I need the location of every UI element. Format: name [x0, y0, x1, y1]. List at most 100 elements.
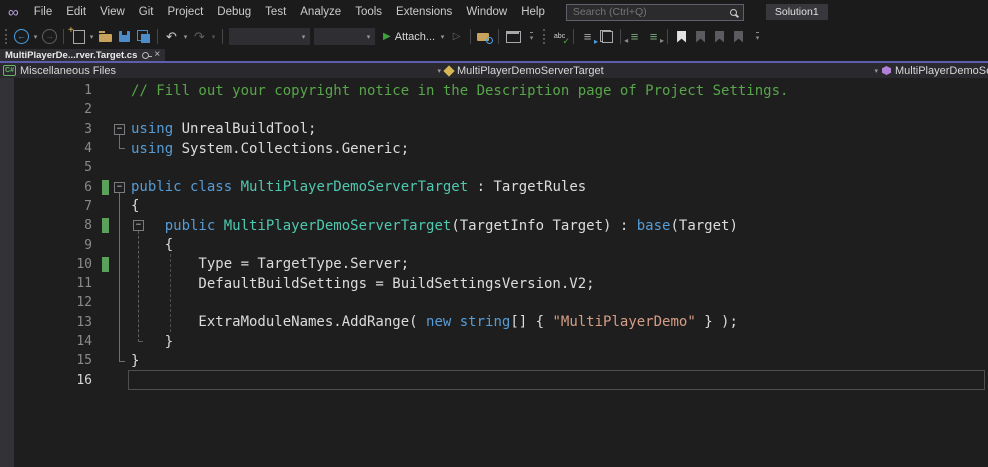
menu-item-file[interactable]: File — [27, 0, 60, 24]
menu-item-git[interactable]: Git — [132, 0, 161, 24]
member-dropdown[interactable]: MultiPlayerDemoServerT — [882, 63, 988, 78]
toolbar-overflow-caret[interactable] — [522, 27, 541, 46]
toolbar-overflow-caret[interactable] — [748, 27, 767, 46]
new-item-icon[interactable] — [68, 27, 87, 46]
code-editor[interactable]: 1// Fill out your copyright notice in th… — [0, 78, 988, 467]
title-bar: ∞ FileEditViewGitProjectDebugTestAnalyze… — [0, 0, 988, 24]
dropdown-caret[interactable]: ▾ — [181, 33, 190, 41]
code-token: { — [131, 237, 173, 253]
project-dropdown[interactable]: Miscellaneous Files ▾ — [0, 63, 445, 78]
search-box[interactable] — [566, 4, 744, 21]
decrease-indent-icon[interactable] — [625, 27, 644, 46]
dropdown-caret[interactable]: ▾ — [438, 33, 447, 41]
toolbar-separator — [63, 29, 64, 44]
menu-item-window[interactable]: Window — [459, 0, 514, 24]
redo-icon — [190, 27, 209, 46]
code-line-15: 15} — [0, 351, 988, 370]
line-number: 7 — [14, 199, 92, 214]
toolbar-separator — [667, 29, 668, 44]
line-number: 14 — [14, 334, 92, 349]
code-line-16: 16 — [0, 370, 988, 389]
save-all-icon[interactable] — [134, 27, 153, 46]
tab-title: MultiPlayerDe...rver.Target.cs — [5, 50, 137, 61]
fold-toggle[interactable]: − — [133, 220, 144, 231]
code-line-7: 7{ — [0, 197, 988, 216]
code-line-1: 1// Fill out your copyright notice in th… — [0, 81, 988, 100]
solution-configurations-combo[interactable]: ▾ — [229, 28, 310, 45]
change-bar — [102, 373, 109, 388]
type-label: MultiPlayerDemoServerTarget — [457, 65, 604, 77]
line-number: 9 — [14, 238, 92, 253]
menu-item-debug[interactable]: Debug — [210, 0, 258, 24]
toggle-bookmark-icon[interactable] — [672, 27, 691, 46]
menu-item-edit[interactable]: Edit — [59, 0, 93, 24]
close-icon[interactable]: × — [154, 50, 160, 60]
save-icon[interactable] — [115, 27, 134, 46]
toolbar: ▾▾▾▾▾▾▶Attach...▾ — [0, 24, 988, 49]
dropdown-caret[interactable]: ▾ — [87, 33, 96, 41]
toolbar-separator — [222, 29, 223, 44]
type-dropdown[interactable]: MultiPlayerDemoServerTarget ▾ — [445, 63, 882, 78]
solution-platforms-combo[interactable]: ▾ — [314, 28, 375, 45]
undo-icon[interactable] — [162, 27, 181, 46]
play-icon: ▶ — [383, 31, 391, 42]
code-token: using — [131, 121, 173, 137]
code-line-13: 13 ExtraModuleNames.AddRange( new string… — [0, 313, 988, 332]
code-text: { — [131, 237, 173, 253]
dropdown-caret[interactable]: ▾ — [31, 33, 40, 41]
code-line-14: 14 } — [0, 332, 988, 351]
code-token: [] { — [510, 314, 552, 330]
chevron-down-icon: ▾ — [870, 67, 882, 75]
find-in-files-icon[interactable] — [475, 27, 494, 46]
search-input[interactable] — [573, 6, 730, 18]
code-token: (TargetInfo Target) : — [451, 218, 636, 234]
code-line-3: 3−using UnrealBuildTool; — [0, 120, 988, 139]
clear-bookmarks-icon — [729, 27, 748, 46]
class-icon — [443, 65, 454, 76]
toolbar-grip[interactable] — [5, 29, 8, 44]
parameter-info-icon[interactable] — [597, 27, 616, 46]
toolbar-grip[interactable] — [543, 29, 546, 44]
member-label: MultiPlayerDemoServerT — [895, 65, 988, 77]
menu-item-help[interactable]: Help — [514, 0, 552, 24]
complete-word-icon[interactable] — [550, 27, 569, 46]
code-line-2: 2 — [0, 100, 988, 119]
menu-item-view[interactable]: View — [93, 0, 132, 24]
code-token: ExtraModuleNames.AddRange( — [131, 314, 426, 330]
dropdown-caret[interactable]: ▾ — [299, 33, 308, 41]
fold-toggle[interactable]: − — [114, 124, 125, 135]
open-folder-icon[interactable] — [96, 27, 115, 46]
fold-toggle[interactable]: − — [114, 182, 125, 193]
visual-studio-logo-icon: ∞ — [8, 5, 19, 20]
menu-item-project[interactable]: Project — [160, 0, 210, 24]
nav-back-icon[interactable] — [12, 27, 31, 46]
menu-item-extensions[interactable]: Extensions — [389, 0, 459, 24]
code-token: new string — [426, 314, 510, 330]
change-bar — [102, 122, 109, 137]
code-token: Type = TargetType.Server; — [131, 256, 409, 272]
line-number: 16 — [14, 373, 92, 388]
pin-icon[interactable] — [142, 52, 149, 59]
project-label: Miscellaneous Files — [20, 65, 116, 77]
attach-button[interactable]: ▶Attach... — [377, 31, 438, 43]
code-text: // Fill out your copyright notice in the… — [131, 83, 788, 99]
tab-multiplayerdemoserver-target[interactable]: MultiPlayerDe...rver.Target.cs × — [0, 49, 165, 61]
increase-indent-icon[interactable] — [644, 27, 663, 46]
menu-item-test[interactable]: Test — [258, 0, 293, 24]
change-bar — [102, 276, 109, 291]
line-number: 5 — [14, 160, 92, 175]
list-members-icon[interactable] — [578, 27, 597, 46]
line-number: 13 — [14, 315, 92, 330]
preview-changes-icon[interactable] — [503, 27, 522, 46]
menu-item-tools[interactable]: Tools — [348, 0, 389, 24]
start-without-debugging-icon — [447, 27, 466, 46]
code-token: System.Collections.Generic; — [173, 141, 409, 157]
code-token: } — [131, 334, 173, 350]
code-text: public class MultiPlayerDemoServerTarget… — [131, 179, 586, 195]
toolbar-separator — [620, 29, 621, 44]
code-text: Type = TargetType.Server; — [131, 256, 409, 272]
line-number: 4 — [14, 141, 92, 156]
change-bar — [102, 141, 109, 156]
dropdown-caret[interactable]: ▾ — [364, 33, 373, 41]
menu-item-analyze[interactable]: Analyze — [293, 0, 348, 24]
